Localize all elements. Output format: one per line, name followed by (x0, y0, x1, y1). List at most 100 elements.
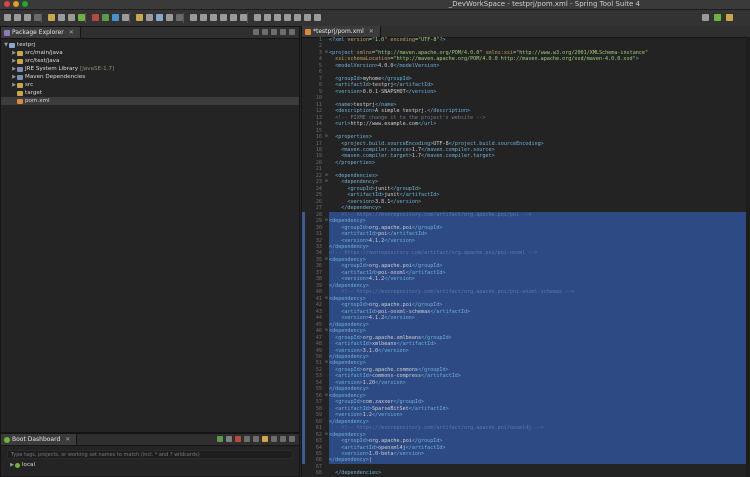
tree-item[interactable]: target (1, 89, 299, 97)
toggle-icon[interactable] (274, 14, 281, 21)
spring-perspective-icon[interactable] (714, 14, 721, 21)
folder-icon (17, 58, 23, 64)
tree-item[interactable]: ▶ JRE System Library [JavaSE-1.7] (1, 65, 299, 73)
tree-item-label: target (25, 90, 43, 96)
boot-item-local[interactable]: ▶ local (1, 461, 299, 469)
properties-icon[interactable] (58, 14, 65, 21)
save-icon[interactable] (14, 14, 21, 21)
toolbar-separator (85, 13, 86, 23)
package-explorer-panel: Package Explorer ✕ ▼ testprj ▶ src/main/jav… (0, 26, 300, 433)
tree-item-label: JRE System Library (25, 66, 79, 72)
new-icon[interactable] (4, 14, 11, 21)
nav-icon[interactable] (304, 14, 311, 21)
tree-item[interactable]: ▼ testprj (1, 41, 299, 49)
open-console-icon[interactable] (253, 436, 259, 442)
tree-item[interactable]: ▶ src/test/java (1, 57, 299, 65)
mark-icon[interactable] (294, 14, 301, 21)
tree-item-label: Maven Dependencies (25, 74, 86, 80)
package-tree: ▼ testprj ▶ src/main/java ▶ src/test/java ▶ JRE… (1, 39, 299, 105)
open-type-icon[interactable] (156, 14, 163, 21)
view-menu-icon[interactable] (271, 436, 277, 442)
maximize-icon[interactable] (289, 436, 295, 442)
new-class-icon[interactable] (146, 14, 153, 21)
line-number: 68 (315, 470, 322, 477)
folder-icon (17, 98, 23, 104)
folder-icon (9, 42, 15, 48)
tree-item-label: src/main/java (25, 50, 63, 56)
tree-item-label: pom.xml (25, 98, 50, 104)
code-area[interactable]: 1 <?xml version="1.0" encoding="UTF-8"?> 2… (302, 37, 750, 477)
window-titlebar: _DevWorkSpace - testprj/pom.xml - Spring… (0, 0, 750, 10)
folder-icon (17, 90, 23, 96)
folder-icon (17, 66, 23, 72)
terminal-icon[interactable] (68, 14, 75, 21)
close-icon[interactable]: ✕ (369, 26, 374, 37)
java-perspective-icon[interactable] (726, 14, 733, 21)
start-icon[interactable] (217, 436, 223, 442)
back-icon[interactable] (220, 14, 227, 21)
window-title: _DevWorkSpace - testprj/pom.xml - Spring… (448, 0, 640, 8)
boot-search-input[interactable]: Type tags, projects, or working set name… (7, 450, 293, 459)
skip-icon[interactable] (34, 14, 41, 21)
tree-item[interactable]: ▶ src/main/java (1, 49, 299, 57)
stop-icon[interactable] (92, 14, 99, 21)
last-edit-icon[interactable] (210, 14, 217, 21)
tree-item-label: src (25, 82, 34, 88)
close-icon[interactable]: ✕ (69, 27, 74, 38)
external-tools-icon[interactable] (122, 14, 129, 21)
tree-item[interactable]: ▶ Maven Dependencies (1, 73, 299, 81)
code-line[interactable]: 68 </dependencies> (302, 470, 750, 476)
run-icon[interactable] (112, 14, 119, 21)
debug-icon[interactable] (102, 14, 109, 21)
xml-file-icon (305, 28, 311, 35)
link-editor-icon[interactable] (262, 29, 268, 35)
tree-item-label: src/test/java (25, 58, 60, 64)
folder-icon (17, 74, 23, 80)
minimize-icon[interactable] (280, 29, 286, 35)
tab-boot-dashboard[interactable]: Boot Dashboard ✕ (1, 434, 78, 445)
tab-pom-xml[interactable]: *testprj/pom.xml ✕ (302, 26, 381, 37)
maximize-icon[interactable] (289, 29, 295, 35)
tab-package-explorer[interactable]: Package Explorer ✕ (1, 27, 81, 38)
open-browser-icon[interactable] (244, 436, 250, 442)
tree-item-decoration: [JavaSE-1.7] (80, 66, 115, 72)
pin-icon[interactable] (240, 14, 247, 21)
toolbar-separator (41, 13, 42, 23)
tab-label: *testprj/pom.xml (313, 28, 364, 35)
toolbar-separator (129, 13, 130, 23)
main-toolbar (0, 10, 750, 27)
toolbar-separator (183, 13, 184, 23)
close-icon[interactable]: ✕ (65, 434, 70, 445)
next-edit-icon[interactable] (264, 14, 271, 21)
tree-item-label: testprj (17, 42, 36, 48)
perspective-switcher[interactable] (702, 13, 746, 23)
prev-annotation-icon[interactable] (200, 14, 207, 21)
boot-dashboard-panel: Boot Dashboard ✕ Type tags, projects, or… (0, 433, 300, 477)
boot-dashboard-icon (4, 436, 10, 443)
tree-item[interactable]: ▶ src (1, 81, 299, 89)
collapse-all-icon[interactable] (253, 29, 259, 35)
open-perspective-icon[interactable] (702, 14, 709, 21)
forward-icon[interactable] (230, 14, 237, 21)
vertical-scrollbar[interactable] (746, 37, 750, 477)
view-menu-icon[interactable] (271, 29, 277, 35)
spring-boot-icon[interactable] (78, 14, 85, 21)
toolbar-separator (247, 13, 248, 23)
debug-icon[interactable] (226, 436, 232, 442)
stop-icon[interactable] (235, 436, 241, 442)
prev-edit-icon[interactable] (254, 14, 261, 21)
tab-label: Package Explorer (12, 29, 64, 36)
local-server-icon (15, 462, 20, 468)
search-icon[interactable] (166, 14, 173, 21)
format-icon[interactable] (284, 14, 291, 21)
tree-item[interactable]: pom.xml (1, 97, 299, 105)
folder-icon (17, 82, 23, 88)
task-icon[interactable] (176, 14, 183, 21)
open-folder-icon[interactable] (48, 14, 55, 21)
next-annotation-icon[interactable] (190, 14, 197, 21)
add-icon[interactable] (262, 436, 268, 442)
new-package-icon[interactable] (136, 14, 143, 21)
minimize-icon[interactable] (280, 436, 286, 442)
print-icon[interactable] (24, 14, 31, 21)
history-icon[interactable] (314, 14, 321, 21)
